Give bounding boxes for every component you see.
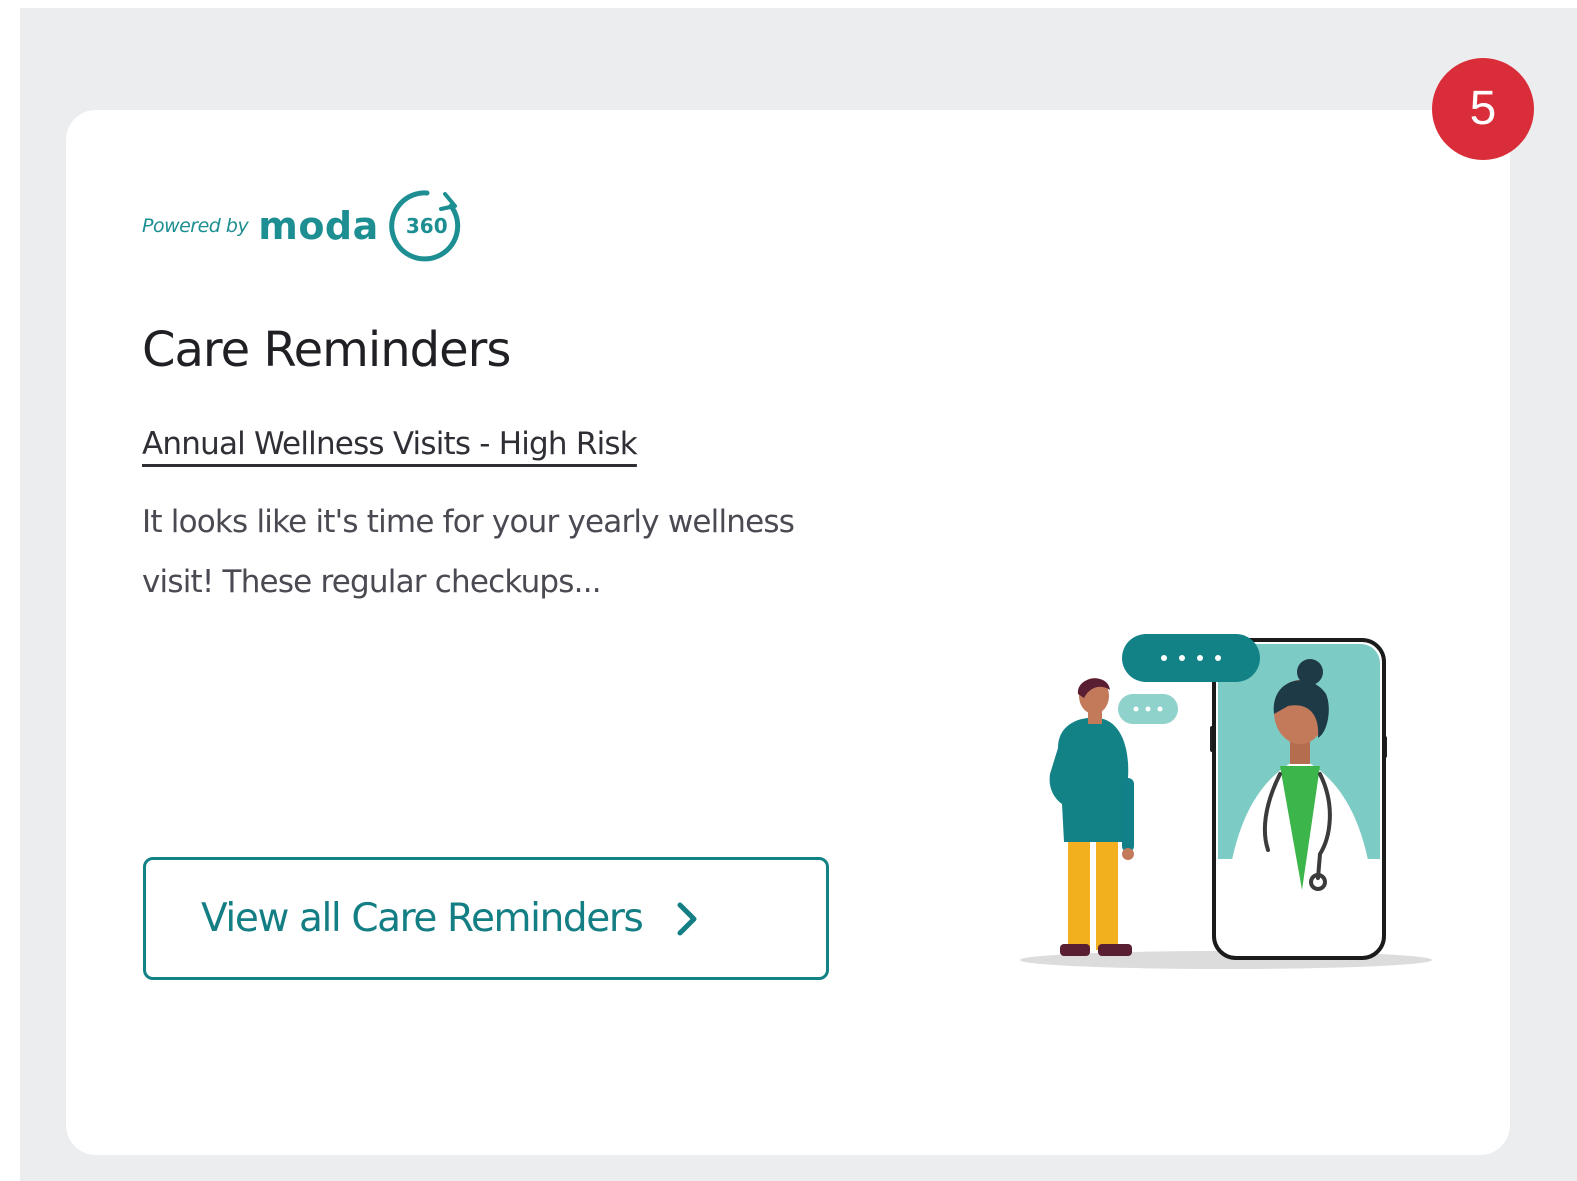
patient-leg-right bbox=[1096, 838, 1118, 950]
page: 5 Powered by moda 360 Care Reminders Ann… bbox=[0, 0, 1577, 1181]
powered-by-text: Powered by bbox=[142, 215, 249, 237]
cta-label: View all Care Reminders bbox=[201, 896, 644, 941]
card-title: Care Reminders bbox=[142, 322, 511, 378]
reminder-item-link[interactable]: Annual Wellness Visits - High Risk bbox=[142, 426, 638, 462]
brand-name: moda bbox=[258, 204, 379, 248]
doctor-hair-bun bbox=[1297, 659, 1323, 685]
patient-leg-left bbox=[1068, 838, 1090, 950]
brand-mark-label: 360 bbox=[405, 214, 448, 238]
view-all-care-reminders-button[interactable]: View all Care Reminders bbox=[143, 857, 829, 980]
telehealth-doctor-illustration bbox=[1020, 634, 1432, 969]
reminder-description: It looks like it's time for your yearly … bbox=[142, 504, 795, 600]
notification-count-badge: 5 bbox=[1432, 58, 1534, 160]
chevron-right-icon bbox=[677, 902, 697, 935]
brand-circle-mark: 360 bbox=[385, 184, 469, 268]
powered-by-logo: Powered by moda 360 bbox=[142, 184, 469, 268]
patient-torso bbox=[1049, 717, 1129, 842]
speech-bubble-large bbox=[1122, 634, 1260, 682]
